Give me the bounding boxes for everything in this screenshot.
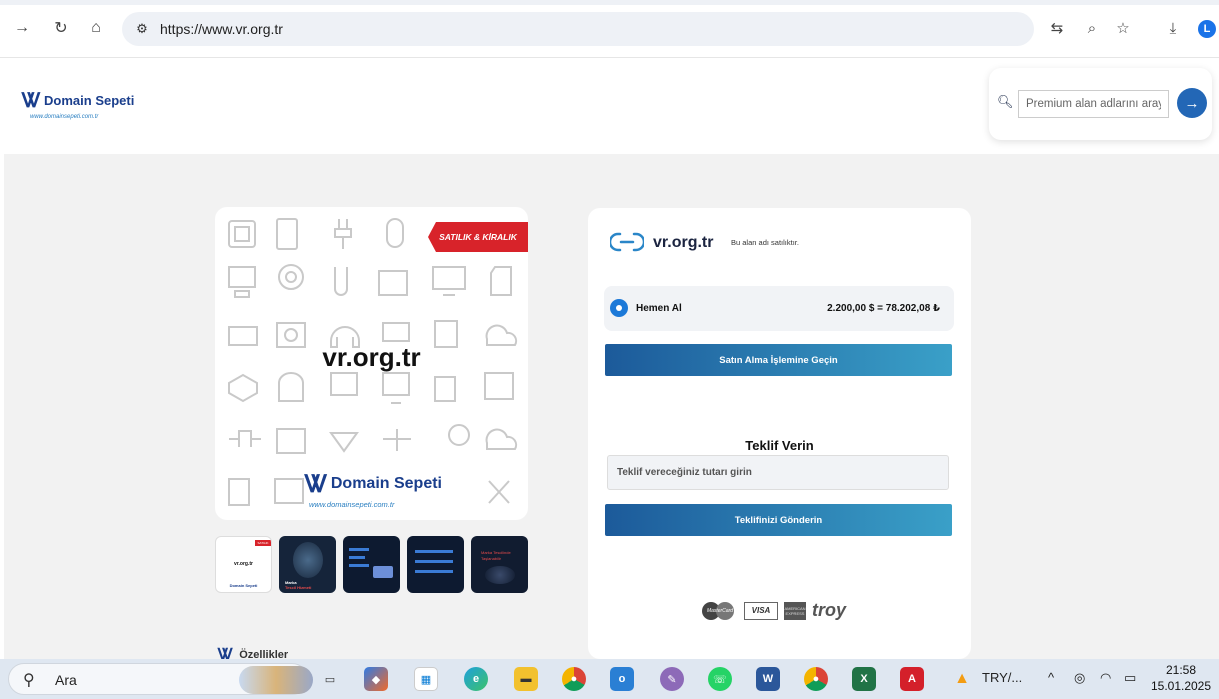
thumbnail-3[interactable] xyxy=(343,536,400,593)
send-offer-button[interactable]: Teklifinizi Gönderin xyxy=(605,504,952,536)
taskbar-search[interactable]: ⚲ Ara xyxy=(8,663,313,695)
sale-domain-name: vr.org.tr xyxy=(653,234,714,251)
copilot-icon[interactable]: ◆ xyxy=(364,667,388,691)
reload-icon[interactable]: ↻ xyxy=(49,16,73,40)
mastercard-logo: MasterCard xyxy=(702,601,738,620)
bookmark-star-icon[interactable]: ☆ xyxy=(1112,17,1134,39)
thumb3-device xyxy=(373,566,393,578)
tab-strip xyxy=(0,0,1219,5)
thumb2-line2: Tescil Hizmeti xyxy=(285,585,312,590)
domain-search-input[interactable] xyxy=(1018,90,1169,118)
clock-date: 15.01.2025 xyxy=(1150,679,1212,693)
outlook-icon[interactable]: o xyxy=(610,667,634,691)
download-icon[interactable]: ⤓ xyxy=(1162,17,1184,39)
logo-cart-icon: Ꮤ xyxy=(22,88,42,112)
domain-image[interactable]: SATILIK & KİRALIK vr.org.tr Ꮤ Domain Sep… xyxy=(215,207,528,520)
taskbar-search-icon: ⚲ xyxy=(23,672,35,689)
logo-name: Domain Sepeti xyxy=(44,92,135,108)
task-view-icon[interactable]: ▭ xyxy=(318,667,342,691)
profile-avatar[interactable]: L xyxy=(1198,20,1216,38)
thumb5-line1: Marka Tescilinde xyxy=(481,550,511,555)
battery-icon[interactable]: ▭ xyxy=(1124,670,1136,686)
domain-search-card: 🔍︎ → xyxy=(989,68,1212,140)
wifi-icon[interactable]: ◠ xyxy=(1100,670,1111,686)
card-logo-url: www.domainsepeti.com.tr xyxy=(309,500,395,509)
site-logo[interactable]: Ꮤ Domain Sepeti www.domainsepeti.com.tr xyxy=(22,88,134,120)
edge-icon[interactable]: e xyxy=(464,667,488,691)
clock[interactable]: 21:58 15.01.2025 xyxy=(1148,662,1214,694)
url-text[interactable]: https://www.vr.org.tr xyxy=(160,21,283,37)
forward-icon[interactable]: → xyxy=(10,16,34,40)
show-hidden-icons-chevron[interactable]: ^ xyxy=(1048,670,1054,685)
address-bar[interactable]: ⚙ https://www.vr.org.tr xyxy=(122,12,1034,46)
card-logo-name: Domain Sepeti xyxy=(330,474,442,492)
sale-note: Bu alan adı satılıktır. xyxy=(731,238,799,247)
browser-toolbar: → ↻ ⌂ ⚙ https://www.vr.org.tr ⇆ ⌕ ☆ ⤓ L xyxy=(0,0,1219,58)
thumb1-ribbon: SATILIK xyxy=(255,540,271,546)
chrome-profile-icon[interactable]: ● xyxy=(804,667,828,691)
sale-ribbon: SATILIK & KİRALIK xyxy=(428,222,528,252)
currency-widget-icon[interactable]: ▲ xyxy=(950,667,974,691)
visa-logo: VISA xyxy=(744,601,778,620)
thumb4-bar xyxy=(415,570,453,573)
thumbnail-2[interactable]: Marka Tescil Hizmeti xyxy=(279,536,336,593)
sale-panel: vr.org.tr Bu alan adı satılıktır. Hemen … xyxy=(588,208,971,659)
acrobat-icon[interactable]: A xyxy=(900,667,924,691)
buy-now-label: Hemen Al xyxy=(636,303,682,314)
thumb5-hand-icon xyxy=(485,566,515,584)
paint-icon[interactable]: ✎ xyxy=(660,667,684,691)
proceed-to-purchase-button[interactable]: Satın Alma İşlemine Geçin xyxy=(605,344,952,376)
home-icon[interactable]: ⌂ xyxy=(84,16,108,40)
payment-logos: MasterCard VISA AMERICAN EXPRESS troy xyxy=(702,600,846,621)
store-icon[interactable]: ▦ xyxy=(414,667,438,691)
thumb2-shield-icon xyxy=(293,542,323,578)
link-icon xyxy=(610,232,644,252)
buy-now-radio[interactable] xyxy=(610,299,628,317)
meet-now-icon[interactable]: ◎ xyxy=(1074,670,1085,686)
currency-widget-text[interactable]: TRY/... xyxy=(982,670,1022,685)
taskbar-search-text: Ara xyxy=(55,672,77,688)
whatsapp-icon[interactable]: ☏ xyxy=(708,667,732,691)
file-explorer-icon[interactable]: ▬ xyxy=(514,667,538,691)
offer-title: Teklif Verin xyxy=(745,438,814,453)
offer-amount-input[interactable] xyxy=(607,455,949,490)
clock-time: 21:58 xyxy=(1165,663,1197,677)
zoom-icon[interactable]: ⌕ xyxy=(1081,17,1103,39)
buy-now-option[interactable]: Hemen Al 2.200,00 $ = 78.202,08 ₺ xyxy=(604,286,954,331)
thumb3-bar xyxy=(349,564,369,567)
thumbnail-5[interactable]: Marka Tescilinde Taşlanabilir xyxy=(471,536,528,593)
site-info-icon[interactable]: ⚙ xyxy=(132,19,152,39)
main-content: SATILIK & KİRALIK vr.org.tr Ꮤ Domain Sep… xyxy=(4,154,1219,664)
translate-icon[interactable]: ⇆ xyxy=(1046,17,1068,39)
windows-taskbar: ⚲ Ara ▭ ◆ ▦ e ▬ ● o ✎ ☏ W ● X A ▲ TRY/..… xyxy=(0,659,1219,699)
thumb3-bar xyxy=(349,548,369,551)
card-domain-name: vr.org.tr xyxy=(322,342,421,372)
search-submit-arrow-icon[interactable]: → xyxy=(1177,88,1207,118)
mastercard-label: MasterCard xyxy=(706,607,734,614)
thumb1-domain: vr.org.tr xyxy=(234,561,253,567)
amex-logo: AMERICAN EXPRESS xyxy=(784,601,806,620)
thumb4-bar xyxy=(415,550,453,553)
excel-icon[interactable]: X xyxy=(852,667,876,691)
thumb5-line2: Taşlanabilir xyxy=(481,556,502,561)
thumb4-bar xyxy=(415,560,453,563)
thumb3-bar xyxy=(349,556,365,559)
word-icon[interactable]: W xyxy=(756,667,780,691)
thumbnail-1[interactable]: SATILIK vr.org.tr Domain Sepeti xyxy=(215,536,272,593)
card-logo: Ꮤ Domain Sepeti www.domainsepeti.com.tr xyxy=(305,469,442,509)
buy-now-price: 2.200,00 $ = 78.202,08 ₺ xyxy=(827,303,940,314)
logo-url: www.domainsepeti.com.tr xyxy=(30,114,99,120)
search-highlight-image xyxy=(239,666,313,694)
thumb1-logo: Domain Sepeti xyxy=(229,583,258,588)
thumbnail-4[interactable] xyxy=(407,536,464,593)
site-header: Ꮤ Domain Sepeti www.domainsepeti.com.tr … xyxy=(0,58,1219,154)
troy-logo: troy xyxy=(812,600,847,620)
card-logo-cart-icon: Ꮤ xyxy=(305,469,328,498)
chrome-icon[interactable]: ● xyxy=(562,667,586,691)
search-icon: 🔍︎ xyxy=(997,94,1014,109)
